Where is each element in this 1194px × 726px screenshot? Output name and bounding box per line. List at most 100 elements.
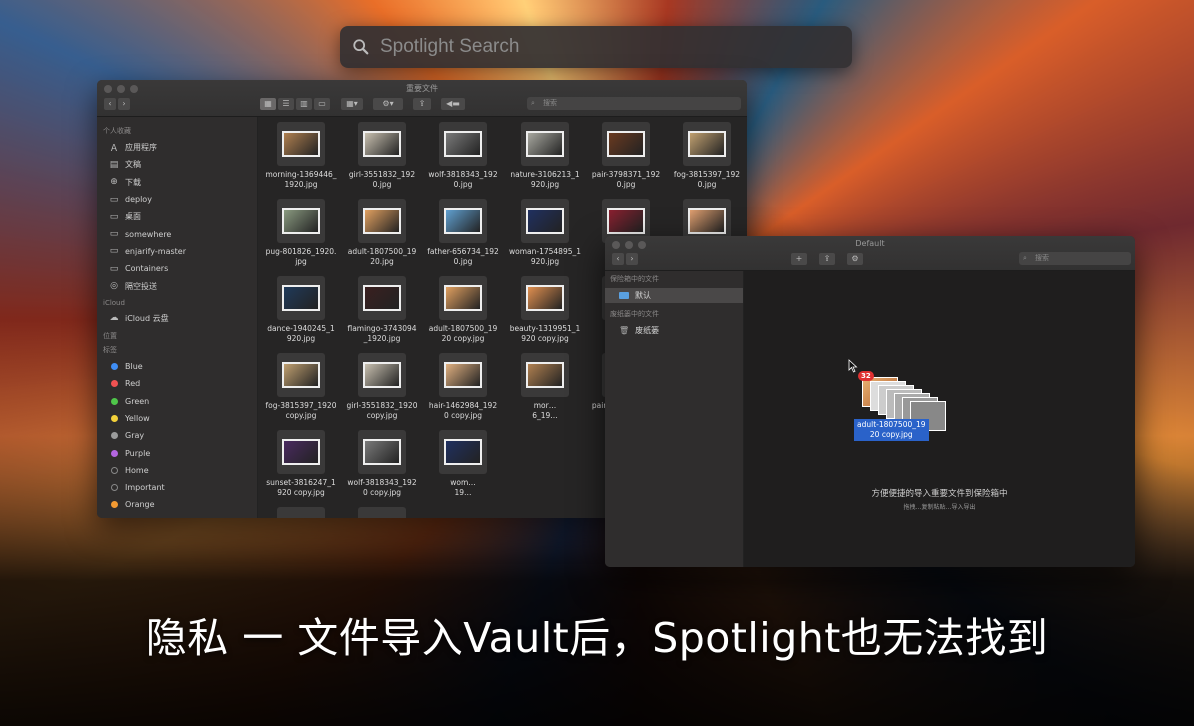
chevron-right-icon: ›	[122, 99, 126, 108]
file-item[interactable]: adult-1807500_1920.jpg	[342, 199, 422, 267]
tag-color-icon	[109, 396, 119, 406]
vault-window-title: Default	[855, 239, 885, 248]
spotlight-search-bar[interactable]	[340, 26, 852, 68]
back-button[interactable]: ‹	[612, 253, 624, 265]
file-item[interactable]: girl-3551832_1920.jpg	[342, 122, 422, 190]
file-thumbnail	[521, 122, 569, 166]
settings-button[interactable]: ⚙	[847, 253, 863, 265]
sidebar-item-default[interactable]: 默认	[605, 288, 743, 303]
sidebar-item[interactable]: Yellow	[97, 410, 257, 427]
group-button[interactable]: ▦▾	[341, 98, 363, 110]
vault-drop-area[interactable]: 32 adult-1807500_19 20 copy.jpg 方便便捷的导入重…	[744, 271, 1135, 567]
sidebar-item[interactable]: ▭ 桌面	[97, 208, 257, 225]
share-button[interactable]: ⇪	[413, 98, 431, 110]
sidebar-item[interactable]: ▭ Containers	[97, 260, 257, 277]
gallery-view-button[interactable]: ▭	[314, 98, 330, 110]
sidebar-item-label: Orange	[125, 500, 155, 510]
finder-search-field[interactable]: ⌕ 搜索	[527, 97, 741, 110]
tag-color-icon	[109, 414, 119, 424]
spotlight-search-input[interactable]	[378, 35, 822, 59]
file-item[interactable]: beauty-1319951_1920 copy.jpg	[505, 276, 585, 344]
file-item[interactable]: nature-3106213_1920.jpg	[505, 122, 585, 190]
column-view-button[interactable]: ▥	[296, 98, 312, 110]
sidebar-item[interactable]: Home	[97, 462, 257, 479]
tag-icon: ◀▬	[446, 99, 460, 108]
sidebar-item[interactable]: ◎ 隔空投送	[97, 277, 257, 294]
file-item[interactable]: flamingo-3743094_1920.jpg	[342, 276, 422, 344]
sidebar-item-label: 下载	[125, 177, 141, 187]
file-item[interactable]: dance-1940245_1920.jpg	[261, 276, 341, 344]
share-button[interactable]: ⇪	[819, 253, 835, 265]
file-item[interactable]: pug-801826_1920.jpg	[261, 199, 341, 267]
back-button[interactable]: ‹	[104, 98, 116, 110]
sidebar-item[interactable]: ⊕ 下载	[97, 174, 257, 191]
add-button[interactable]: +	[791, 253, 807, 265]
forward-button[interactable]: ›	[118, 98, 130, 110]
file-item[interactable]	[342, 507, 422, 518]
action-menu-button[interactable]: ⚙▾	[373, 98, 403, 110]
sidebar-item[interactable]: Orange	[97, 496, 257, 513]
airdrop-icon: ◎	[110, 281, 118, 292]
search-placeholder: 搜索	[543, 99, 557, 107]
sidebar-item[interactable]: ☁ iCloud 云盘	[97, 310, 257, 327]
file-item[interactable]: wom… 19…	[423, 430, 503, 498]
vault-sidebar: 保险箱中的文件 默认 废纸篓中的文件 🗑 废纸篓	[605, 271, 744, 567]
search-icon: ⌕	[1023, 254, 1027, 262]
file-item[interactable]: pair-3798371_1920.jpg	[586, 122, 666, 190]
sidebar-item[interactable]: Ａ 应用程序	[97, 139, 257, 156]
sidebar-item-trash[interactable]: 🗑 废纸篓	[605, 323, 743, 338]
sidebar-item[interactable]: Red	[97, 375, 257, 392]
tags-header: 标签	[103, 345, 117, 354]
sidebar-item[interactable]: ▭ deploy	[97, 191, 257, 208]
file-item[interactable]: mor… 6_19…	[505, 353, 585, 421]
sidebar-item[interactable]: ▭ enjarify-master	[97, 243, 257, 260]
list-view-button[interactable]: ☰	[278, 98, 294, 110]
gallery-icon: ▭	[318, 99, 326, 108]
file-item[interactable]: wolf-3818343_1920.jpg	[423, 122, 503, 190]
file-item[interactable]: fog-3815397_1920 copy.jpg	[261, 353, 341, 421]
file-item[interactable]: father-656734_1920.jpg	[423, 199, 503, 267]
sidebar-item-label: Green	[125, 396, 150, 406]
file-item[interactable]: woman-1754895_1920.jpg	[505, 199, 585, 267]
file-item[interactable]: girl-3551832_1920 copy.jpg	[342, 353, 422, 421]
vault-section-header: 保险箱中的文件	[610, 275, 659, 283]
sidebar-item-label: Blue	[125, 362, 143, 372]
grid-icon: ▦	[264, 99, 272, 108]
sidebar-item[interactable]: ▤ 文稿	[97, 156, 257, 173]
columns-icon: ▥	[300, 99, 308, 108]
tag-color-icon	[109, 379, 119, 389]
file-item[interactable]: sunset-3816247_1920 copy.jpg	[261, 430, 341, 498]
sidebar-item[interactable]: Gray	[97, 427, 257, 444]
applications-icon: Ａ	[109, 144, 119, 155]
image-preview	[607, 208, 645, 234]
trash-section-header: 废纸篓中的文件	[610, 310, 659, 318]
image-preview	[363, 362, 401, 388]
file-item[interactable]: adult-1807500_1920 copy.jpg	[423, 276, 503, 344]
forward-button[interactable]: ›	[626, 253, 638, 265]
file-name: girl-3551832_1920 copy.jpg	[346, 401, 420, 420]
vault-search-field[interactable]: ⌕ 搜索	[1019, 252, 1131, 265]
favorites-header: 个人收藏	[103, 127, 131, 135]
tag-color-icon	[109, 448, 119, 458]
sidebar-item[interactable]: Purple	[97, 444, 257, 461]
file-item[interactable]: hair-1462984_1920 copy.jpg	[423, 353, 503, 421]
dragged-files[interactable]: 32 adult-1807500_19 20 copy.jpg	[854, 371, 968, 451]
file-thumbnail	[358, 199, 406, 243]
sidebar-item[interactable]: ▭ somewhere	[97, 225, 257, 242]
icon-view-button[interactable]: ▦	[260, 98, 276, 110]
file-item[interactable]	[261, 507, 341, 518]
drag-file-label: adult-1807500_19 20 copy.jpg	[854, 419, 929, 441]
file-item[interactable]: wolf-3818343_1920 copy.jpg	[342, 430, 422, 498]
sidebar-item[interactable]: Blue	[97, 358, 257, 375]
image-preview	[444, 362, 482, 388]
file-thumbnail	[358, 353, 406, 397]
tags-button[interactable]: ◀▬	[441, 98, 465, 110]
file-item[interactable]: morning-1369446_1920.jpg	[261, 122, 341, 190]
file-item[interactable]: fog-3815397_1920.jpg	[667, 122, 747, 190]
image-preview	[526, 362, 564, 388]
search-icon: ⌕	[531, 99, 535, 107]
sidebar-item[interactable]: Green	[97, 393, 257, 410]
file-thumbnail	[277, 353, 325, 397]
sidebar-item[interactable]: Important	[97, 479, 257, 496]
folder-icon: ▭	[109, 229, 119, 240]
